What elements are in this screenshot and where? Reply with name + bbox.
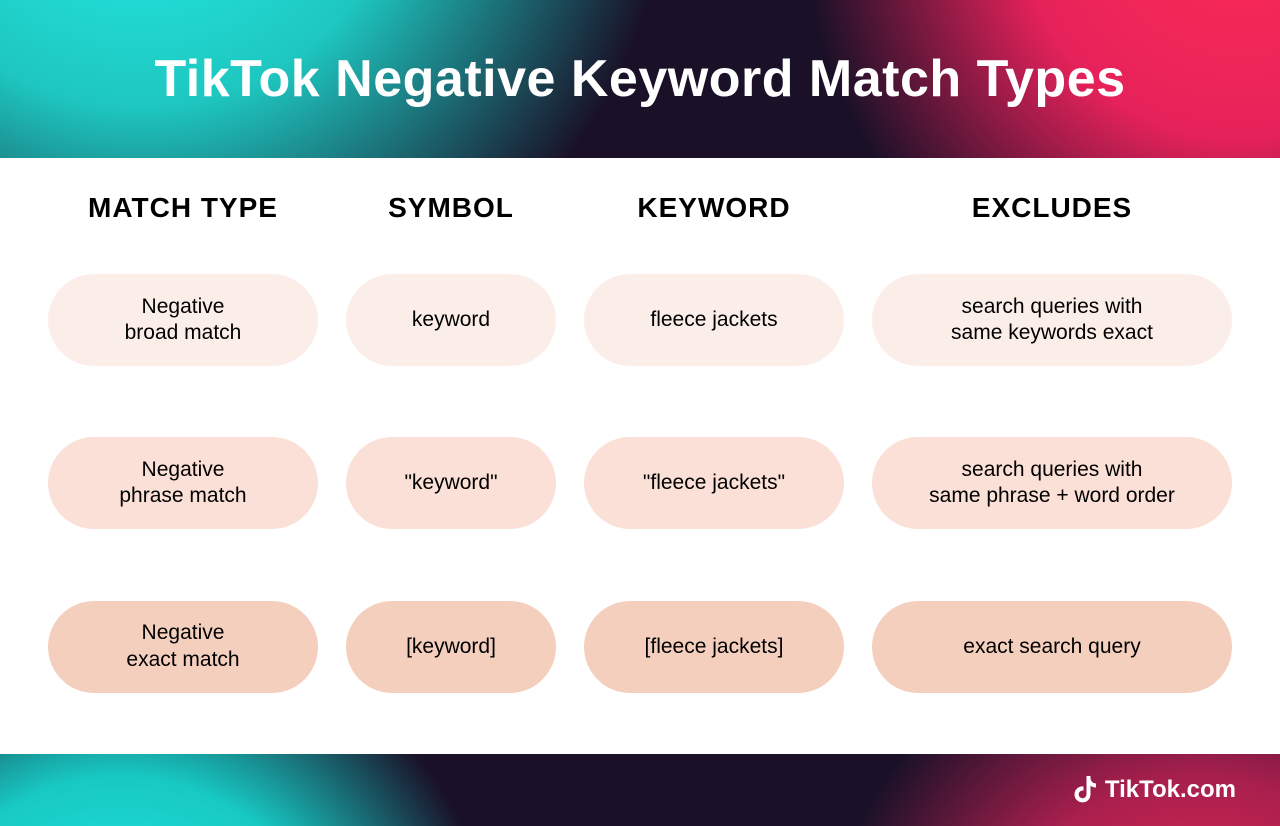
cell-keyword: [fleece jackets]: [584, 601, 844, 693]
cell-match-type: Negative broad match: [48, 274, 318, 366]
page-title: TikTok Negative Keyword Match Types: [154, 49, 1125, 109]
cell-keyword: "fleece jackets": [584, 437, 844, 529]
tiktok-note-icon: [1073, 776, 1097, 804]
cell-match-type: Negative exact match: [48, 601, 318, 693]
match-types-table: MATCH TYPE SYMBOL KEYWORD EXCLUDES Negat…: [48, 192, 1232, 714]
header: TikTok Negative Keyword Match Types: [0, 0, 1280, 158]
cell-keyword: fleece jackets: [584, 274, 844, 366]
brand-text: TikTok.com: [1105, 776, 1236, 804]
content-card: MATCH TYPE SYMBOL KEYWORD EXCLUDES Negat…: [0, 158, 1280, 754]
cell-excludes: search queries with same phrase + word o…: [872, 437, 1232, 529]
column-header-match-type: MATCH TYPE: [48, 192, 318, 224]
column-header-keyword: KEYWORD: [584, 192, 844, 224]
cell-symbol: [keyword]: [346, 601, 556, 693]
cell-excludes: search queries with same keywords exact: [872, 274, 1232, 366]
cell-match-type: Negative phrase match: [48, 437, 318, 529]
column-header-excludes: EXCLUDES: [872, 192, 1232, 224]
cell-symbol: "keyword": [346, 437, 556, 529]
cell-excludes: exact search query: [872, 601, 1232, 693]
column-header-symbol: SYMBOL: [346, 192, 556, 224]
footer: TikTok.com: [0, 754, 1280, 826]
cell-symbol: keyword: [346, 274, 556, 366]
brand-logo: TikTok.com: [1073, 776, 1236, 804]
